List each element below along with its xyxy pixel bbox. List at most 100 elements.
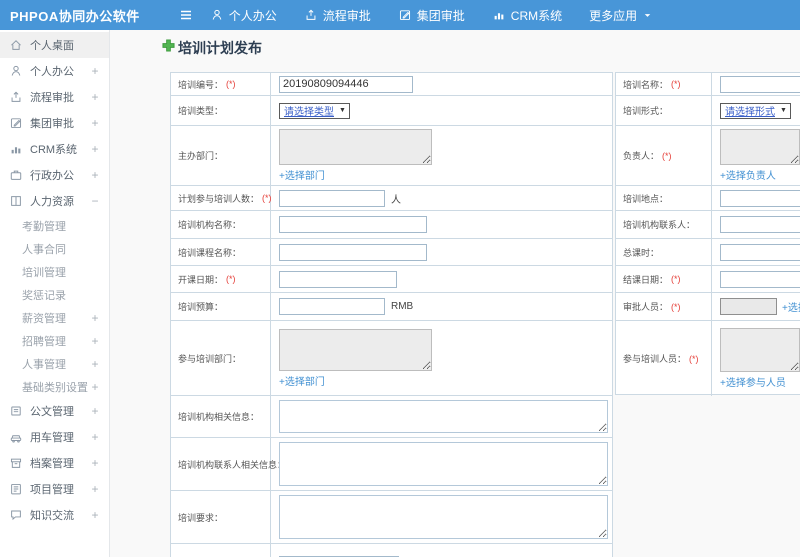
- sidebar-subitem-recruitment-mgmt[interactable]: 招聘管理 +: [0, 329, 109, 352]
- workflow-icon: [9, 90, 24, 104]
- sidebar-subitem-attendance-mgmt[interactable]: 考勤管理: [0, 214, 109, 237]
- sidebar-item-document-mgmt[interactable]: 公文管理 +: [0, 398, 109, 424]
- expand-toggle-vehicle-mgmt[interactable]: +: [90, 430, 100, 444]
- nav-item-crm-system[interactable]: CRM系统: [492, 7, 562, 24]
- sidebar-item-admin-office[interactable]: 行政办公 +: [0, 162, 109, 188]
- sidebar-subitem-label: 招聘管理: [22, 335, 66, 348]
- form-row-training-no: 培训编号： (*): [171, 73, 612, 96]
- planned-participants-label: 计划参与培训人数： (*): [171, 186, 272, 210]
- org-contact-info-textarea[interactable]: [279, 442, 608, 486]
- training-no-input[interactable]: [279, 75, 413, 93]
- expand-toggle-document-mgmt[interactable]: +: [90, 404, 100, 418]
- form-row-host-dept: 主办部门： +选择部门: [171, 126, 612, 186]
- required-marker: (*): [671, 79, 681, 89]
- sidebar-item-label: CRM系统: [30, 144, 78, 156]
- planned-participants-input[interactable]: [279, 189, 385, 207]
- participating-depts-textarea[interactable]: [279, 328, 432, 371]
- training-type-select[interactable]: 请选择类型 ▼: [279, 102, 350, 119]
- nav-item-label: 更多应用: [589, 8, 638, 23]
- form-row-leader: 负责人： (*) +选择负责人: [616, 126, 800, 186]
- sidebar-subitem-training-mgmt[interactable]: 培训管理: [0, 260, 109, 283]
- sidebar-subitem-reward-punishment[interactable]: 奖惩记录: [0, 283, 109, 306]
- end-date-label: 结课日期： (*): [616, 266, 712, 292]
- phpoa-app-window: PHPOA协同办公软件 个人办公 流程审批 集团审批 CRM系统 更多应用 个人桌面 个人…: [0, 0, 800, 557]
- participating-depts-link[interactable]: +选择部门: [279, 373, 325, 388]
- sidebar-subitem-label: 基础类别设置: [22, 381, 88, 394]
- expand-toggle-recruitment-mgmt[interactable]: +: [90, 334, 100, 348]
- sidebar-item-vehicle-mgmt[interactable]: 用车管理 +: [0, 424, 109, 450]
- caret-down-icon: ▼: [780, 107, 787, 114]
- expand-toggle-project-mgmt[interactable]: +: [90, 482, 100, 496]
- sidebar-item-knowledge-exchange[interactable]: 知识交流 +: [0, 502, 109, 528]
- approvers-input[interactable]: [720, 298, 777, 315]
- sidebar-subitem-personnel-contract[interactable]: 人事合同: [0, 237, 109, 260]
- expand-toggle-salary-mgmt[interactable]: +: [90, 311, 100, 325]
- sidebar: 个人桌面 个人办公 + 流程审批 + 集团审批 + CRM系统 + 行政办公 + 人力资源 − 考勤管理人…: [0, 30, 110, 557]
- expand-toggle-workflow-approval[interactable]: +: [90, 90, 100, 104]
- form-row-org-contact: 培训机构联系人：: [616, 211, 800, 239]
- leader-link[interactable]: +选择负责人: [720, 167, 776, 182]
- org-contact-input[interactable]: [720, 216, 800, 233]
- course-name-input[interactable]: [279, 243, 427, 261]
- sidebar-item-crm-system[interactable]: CRM系统 +: [0, 136, 109, 162]
- expand-toggle-hr[interactable]: −: [90, 194, 100, 208]
- location-label: 培训地点：: [616, 186, 712, 210]
- required-marker: (*): [226, 274, 236, 284]
- sidebar-subitem-base-category-settings[interactable]: 基础类别设置 +: [0, 375, 109, 398]
- training-participants-link[interactable]: +选择参与人员: [720, 374, 786, 389]
- form-row-participating-depts: 参与培训部门： +选择部门: [171, 321, 612, 396]
- form-row-org-contact-info: 培训机构联系人相关信息：: [171, 438, 612, 491]
- nav-item-more-apps[interactable]: 更多应用: [589, 7, 653, 24]
- expand-toggle-base-category-settings[interactable]: +: [90, 380, 100, 394]
- caret-down-icon: [642, 10, 653, 21]
- approvers-link[interactable]: +选择审批人员: [782, 299, 800, 314]
- expand-toggle-personnel-mgmt[interactable]: +: [90, 357, 100, 371]
- nav-item-personal-office[interactable]: 个人办公: [210, 7, 277, 24]
- expand-toggle-admin-office[interactable]: +: [90, 168, 100, 182]
- training-name-input[interactable]: [720, 75, 800, 93]
- training-participants-textarea[interactable]: [720, 328, 800, 372]
- sidebar-item-personal-office[interactable]: 个人办公 +: [0, 58, 109, 84]
- expand-toggle-knowledge-exchange[interactable]: +: [90, 508, 100, 522]
- sidebar-item-project-mgmt[interactable]: 项目管理 +: [0, 476, 109, 502]
- org-name-input[interactable]: [279, 216, 427, 233]
- org-name-label: 培训机构名称：: [171, 211, 271, 238]
- chart-icon: [492, 8, 506, 22]
- expand-toggle-archive-mgmt[interactable]: +: [90, 456, 100, 470]
- end-date-input[interactable]: [720, 270, 800, 288]
- nav-item-group-approval[interactable]: 集团审批: [398, 7, 465, 24]
- sidebar-item-label: 集团审批: [30, 118, 74, 130]
- expand-toggle-group-approval[interactable]: +: [90, 116, 100, 130]
- sidebar-item-personal-desktop[interactable]: 个人桌面: [0, 32, 109, 58]
- sidebar-subitem-label: 培训管理: [22, 266, 66, 279]
- training-form-select[interactable]: 请选择形式 ▼: [720, 102, 791, 119]
- page-title: 培训计划发布: [162, 38, 262, 58]
- sidebar-item-hr[interactable]: 人力资源 −: [0, 188, 109, 214]
- form-row-attachment: 附件文档：+附件上传: [171, 544, 612, 557]
- nav-item-label: 个人办公: [228, 8, 277, 23]
- org-info-textarea[interactable]: [279, 400, 608, 433]
- host-dept-textarea[interactable]: [279, 129, 432, 165]
- total-hours-input[interactable]: [720, 243, 800, 261]
- menu-toggle-icon[interactable]: [178, 7, 194, 23]
- host-dept-link[interactable]: +选择部门: [279, 167, 325, 182]
- sidebar-subitem-personnel-mgmt[interactable]: 人事管理 +: [0, 352, 109, 375]
- start-date-input[interactable]: [279, 270, 397, 288]
- location-input[interactable]: [720, 189, 800, 207]
- start-date-label: 开课日期： (*): [171, 266, 271, 292]
- expand-toggle-crm-system[interactable]: +: [90, 142, 100, 156]
- sidebar-item-workflow-approval[interactable]: 流程审批 +: [0, 84, 109, 110]
- form-row-org-info: 培训机构相关信息：: [171, 396, 612, 438]
- nav-item-workflow-approval[interactable]: 流程审批: [304, 7, 371, 24]
- expand-toggle-personal-office[interactable]: +: [90, 64, 100, 78]
- budget-input[interactable]: [279, 298, 385, 315]
- required-marker: (*): [226, 79, 236, 89]
- app-logo: PHPOA协同办公软件: [10, 8, 140, 24]
- sidebar-item-archive-mgmt[interactable]: 档案管理 +: [0, 450, 109, 476]
- leader-textarea[interactable]: [720, 129, 800, 165]
- requirements-textarea[interactable]: [279, 495, 608, 539]
- sidebar-subitem-salary-mgmt[interactable]: 薪资管理 +: [0, 306, 109, 329]
- attachment-label: 附件文档：: [171, 544, 271, 557]
- sidebar-item-group-approval[interactable]: 集团审批 +: [0, 110, 109, 136]
- training-name-label: 培训名称： (*): [616, 73, 712, 95]
